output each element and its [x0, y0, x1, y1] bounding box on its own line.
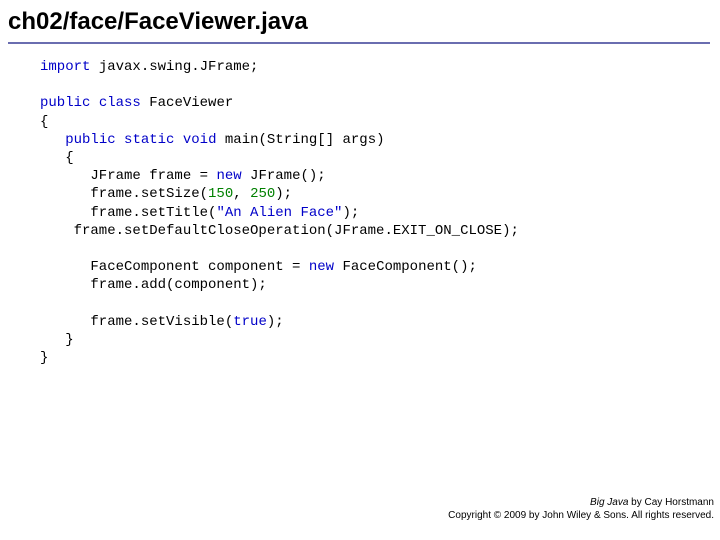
code-text: JFrame();: [242, 168, 326, 184]
footer-book-title: Big Java: [590, 497, 628, 508]
code-text: );: [275, 186, 292, 202]
code-text: ,: [233, 186, 250, 202]
code-text: javax.swing.JFrame;: [90, 59, 258, 75]
code-text: {: [40, 114, 48, 130]
footer-copyright: Copyright © 2009 by John Wiley & Sons. A…: [448, 510, 714, 523]
kw-void: void: [183, 132, 217, 148]
code-text: frame.add(component);: [40, 277, 267, 293]
code-text: );: [342, 205, 359, 221]
code-text: JFrame frame =: [40, 168, 216, 184]
code-text: FaceComponent();: [334, 259, 477, 275]
code-block: import javax.swing.JFrame; public class …: [0, 44, 720, 367]
footer-author: by Cay Horstmann: [628, 497, 714, 508]
kw-public: public: [65, 132, 115, 148]
page-title: ch02/face/FaceViewer.java: [8, 8, 308, 40]
code-text: {: [65, 150, 73, 166]
num-literal: 250: [250, 186, 275, 202]
code-text: frame.setDefaultCloseOperation(JFrame.EX…: [40, 223, 519, 239]
kw-public: public: [40, 95, 90, 111]
code-text: frame.setTitle(: [40, 205, 216, 221]
code-text: FaceViewer: [141, 95, 233, 111]
num-literal: 150: [208, 186, 233, 202]
footer-line1: Big Java by Cay Horstmann: [448, 497, 714, 510]
code-text: frame.setVisible(: [40, 314, 233, 330]
slide: ch02/face/FaceViewer.java import javax.s…: [0, 0, 720, 540]
code-text: );: [267, 314, 284, 330]
code-text: }: [40, 332, 74, 348]
kw-new: new: [309, 259, 334, 275]
kw-static: static: [124, 132, 174, 148]
kw-true: true: [233, 314, 267, 330]
kw-class: class: [99, 95, 141, 111]
kw-import: import: [40, 59, 90, 75]
kw-new: new: [216, 168, 241, 184]
code-text: main(String[] args): [216, 132, 384, 148]
code-text: frame.setSize(: [40, 186, 208, 202]
string-literal: "An Alien Face": [216, 205, 342, 221]
code-text: FaceComponent component =: [40, 259, 309, 275]
footer: Big Java by Cay Horstmann Copyright © 20…: [448, 497, 714, 522]
code-text: }: [40, 350, 48, 366]
title-wrap: ch02/face/FaceViewer.java: [0, 0, 720, 40]
